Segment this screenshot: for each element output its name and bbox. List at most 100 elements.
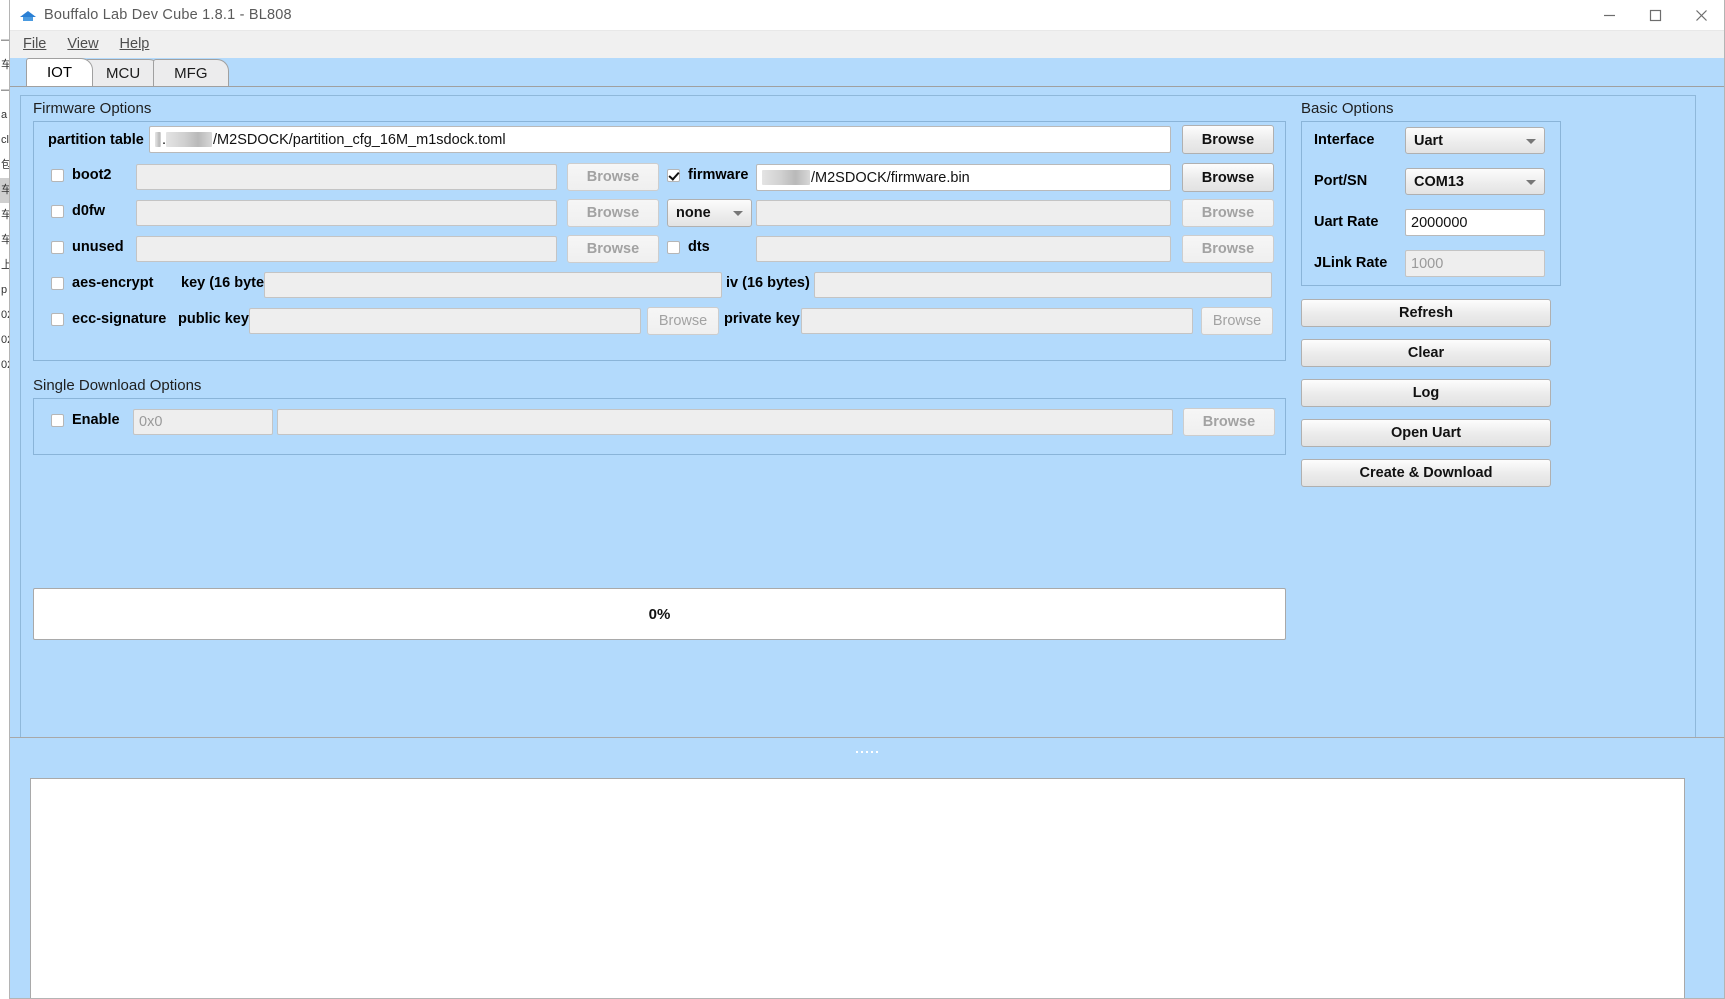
log-panel — [10, 766, 1724, 998]
splitter-grip-icon — [856, 751, 878, 753]
aes-encrypt-checkbox[interactable] — [51, 277, 64, 290]
interface-combo[interactable]: Uart — [1405, 127, 1545, 154]
dts-checkbox[interactable] — [667, 241, 680, 254]
tab-mfg-label: MFG — [174, 64, 208, 82]
maximize-icon[interactable] — [1632, 0, 1678, 31]
redacted-path-segment — [166, 132, 213, 147]
menu-view[interactable]: View — [67, 36, 98, 52]
menu-help[interactable]: Help — [120, 36, 150, 52]
uart-rate-label: Uart Rate — [1314, 214, 1379, 230]
firmware-browse-button[interactable]: Browse — [1182, 163, 1274, 192]
chevron-down-icon — [733, 211, 743, 216]
d0fw-label: d0fw — [72, 203, 106, 219]
ecc-signature-label: ecc-signature — [72, 311, 167, 327]
panel-splitter[interactable] — [10, 737, 1724, 766]
unused-input[interactable] — [136, 236, 557, 262]
jlink-rate-label: JLink Rate — [1314, 255, 1388, 271]
firmware-value: /M2SDOCK/firmware.bin — [811, 169, 970, 186]
tab-content-iot: Firmware Options partition table ./M2SDO… — [10, 86, 1724, 766]
window-title: Bouffalo Lab Dev Cube 1.8.1 - BL808 — [44, 7, 292, 23]
ecc-public-key-browse-button[interactable]: Browse — [647, 307, 719, 335]
menu-help-label: Help — [119, 36, 150, 52]
log-output[interactable] — [30, 778, 1685, 998]
unused-checkbox[interactable] — [51, 241, 64, 254]
menu-bar: File View Help — [10, 31, 1724, 58]
single-download-enable-checkbox[interactable] — [51, 414, 64, 427]
partition-table-input[interactable]: ./M2SDOCK/partition_cfg_16M_m1sdock.toml — [149, 126, 1171, 153]
window-controls — [1586, 0, 1724, 31]
interface-value: Uart — [1414, 132, 1444, 149]
aes-key-label: key (16 bytes) — [181, 275, 277, 291]
firmware-input[interactable]: /M2SDOCK/firmware.bin — [756, 164, 1171, 191]
partition-table-value: /M2SDOCK/partition_cfg_16M_m1sdock.toml — [213, 131, 506, 148]
basic-options-title: Basic Options — [1301, 100, 1394, 117]
refresh-button[interactable]: Refresh — [1301, 299, 1551, 327]
dts-browse-button[interactable]: Browse — [1182, 235, 1274, 263]
progress-percent-label: 0% — [648, 605, 671, 623]
menu-file-label: File — [23, 36, 47, 52]
port-sn-value: COM13 — [1414, 173, 1464, 190]
tab-iot[interactable]: IOT — [26, 58, 93, 86]
boot2-checkbox[interactable] — [51, 169, 64, 182]
d0fw-browse-button[interactable]: Browse — [567, 199, 659, 227]
content-panel: Firmware Options partition table ./M2SDO… — [20, 95, 1696, 738]
aes-iv-label: iv (16 bytes) — [726, 275, 810, 291]
single-download-address-input[interactable]: 0x0 — [133, 409, 273, 435]
firmware-label: firmware — [688, 167, 749, 183]
tab-mcu[interactable]: MCU — [85, 59, 162, 86]
tab-bar: IOT MCU MFG — [10, 58, 1724, 86]
chevron-down-icon — [1526, 179, 1536, 185]
menu-file[interactable]: File — [23, 36, 46, 52]
d0fw-input[interactable] — [136, 200, 557, 226]
redacted-path-segment — [762, 170, 810, 185]
redacted-path-segment — [155, 132, 161, 147]
d0fw-checkbox[interactable] — [51, 205, 64, 218]
unused-label: unused — [72, 239, 124, 255]
firmware-type-value: none — [676, 205, 711, 221]
ecc-private-key-input[interactable] — [801, 308, 1193, 334]
log-button[interactable]: Log — [1301, 379, 1551, 407]
menu-view-label: View — [67, 36, 99, 52]
boot2-input[interactable] — [136, 164, 557, 190]
uart-rate-input[interactable]: 2000000 — [1405, 209, 1545, 236]
partition-table-browse-button[interactable]: Browse — [1182, 125, 1274, 154]
unused-browse-button[interactable]: Browse — [567, 235, 659, 263]
create-and-download-button[interactable]: Create & Download — [1301, 459, 1551, 487]
ecc-signature-checkbox[interactable] — [51, 313, 64, 326]
ecc-public-key-input[interactable] — [249, 308, 641, 334]
firmware-type-input[interactable] — [756, 200, 1171, 226]
firmware-type-browse-button[interactable]: Browse — [1182, 199, 1274, 227]
app-logo-icon — [20, 7, 36, 23]
jlink-rate-input[interactable]: 1000 — [1405, 250, 1545, 277]
minimize-icon[interactable] — [1586, 0, 1632, 31]
firmware-type-combo[interactable]: none — [667, 199, 752, 227]
tab-iot-label: IOT — [47, 64, 72, 81]
title-bar: Bouffalo Lab Dev Cube 1.8.1 - BL808 — [10, 0, 1724, 31]
partition-table-label: partition table — [48, 132, 144, 148]
interface-label: Interface — [1314, 132, 1375, 148]
tab-mcu-label: MCU — [106, 64, 141, 82]
single-download-path-input[interactable] — [277, 409, 1173, 435]
aes-encrypt-label: aes-encrypt — [72, 275, 154, 291]
single-download-browse-button[interactable]: Browse — [1183, 408, 1275, 436]
port-sn-label: Port/SN — [1314, 173, 1368, 189]
firmware-checkbox[interactable] — [667, 169, 680, 182]
ecc-private-key-label: private key — [724, 311, 800, 327]
aes-key-input[interactable] — [264, 272, 722, 298]
boot2-label: boot2 — [72, 167, 112, 183]
ecc-public-key-label: public key — [178, 311, 249, 327]
dts-input[interactable] — [756, 236, 1171, 262]
single-download-enable-label: Enable — [72, 412, 120, 428]
chevron-down-icon — [1526, 138, 1536, 144]
clear-button[interactable]: Clear — [1301, 339, 1551, 367]
ecc-private-key-browse-button[interactable]: Browse — [1201, 307, 1273, 335]
aes-iv-input[interactable] — [814, 272, 1272, 298]
progress-bar: 0% — [33, 588, 1286, 640]
tab-mfg[interactable]: MFG — [153, 59, 229, 86]
open-uart-button[interactable]: Open Uart — [1301, 419, 1551, 447]
close-icon[interactable] — [1678, 0, 1724, 31]
firmware-options-title: Firmware Options — [33, 100, 152, 117]
port-sn-combo[interactable]: COM13 — [1405, 168, 1545, 195]
boot2-browse-button[interactable]: Browse — [567, 163, 659, 191]
main-window: Bouffalo Lab Dev Cube 1.8.1 - BL808 File… — [9, 0, 1725, 999]
